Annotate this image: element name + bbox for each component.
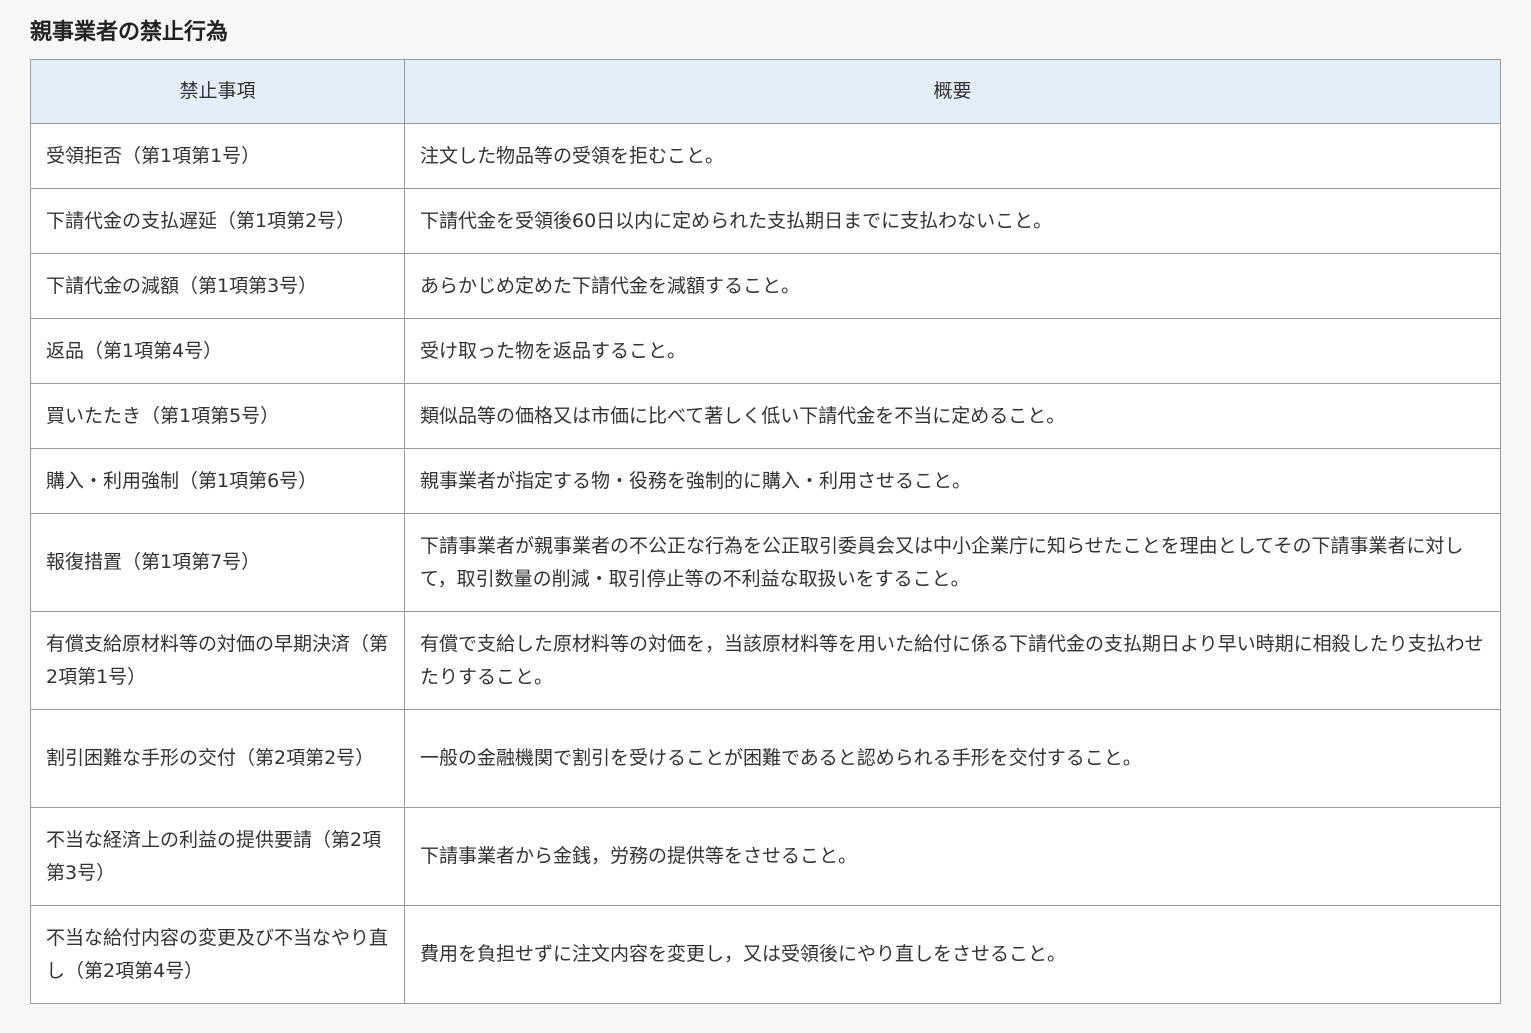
summary-cell: 受け取った物を返品すること。 [404, 318, 1501, 384]
summary-cell: 下請事業者から金銭，労務の提供等をさせること。 [404, 807, 1501, 906]
table-row: 購入・利用強制（第1項第6号） 親事業者が指定する物・役務を強制的に購入・利用さ… [30, 448, 1501, 514]
table-row: 不当な給付内容の変更及び不当なやり直し（第2項第4号） 費用を負担せずに注文内容… [30, 905, 1501, 1004]
prohibited-item-cell: 返品（第1項第4号） [30, 318, 405, 384]
table-row: 下請代金の支払遅延（第1項第2号） 下請代金を受領後60日以内に定められた支払期… [30, 188, 1501, 254]
summary-cell: 費用を負担せずに注文内容を変更し，又は受領後にやり直しをさせること。 [404, 905, 1501, 1004]
table-row: 有償支給原材料等の対価の早期決済（第2項第1号） 有償で支給した原材料等の対価を… [30, 611, 1501, 710]
table-row: 報復措置（第1項第7号） 下請事業者が親事業者の不公正な行為を公正取引委員会又は… [30, 513, 1501, 612]
summary-cell: 注文した物品等の受領を拒むこと。 [404, 123, 1501, 189]
prohibited-item-cell: 下請代金の支払遅延（第1項第2号） [30, 188, 405, 254]
prohibited-item-cell: 報復措置（第1項第7号） [30, 513, 405, 612]
prohibited-item-cell: 下請代金の減額（第1項第3号） [30, 253, 405, 319]
summary-cell: 下請代金を受領後60日以内に定められた支払期日までに支払わないこと。 [404, 188, 1501, 254]
prohibited-item-cell: 買いたたき（第1項第5号） [30, 383, 405, 449]
prohibited-item-cell: 購入・利用強制（第1項第6号） [30, 448, 405, 514]
summary-cell: 類似品等の価格又は市価に比べて著しく低い下請代金を不当に定めること。 [404, 383, 1501, 449]
prohibited-item-cell: 割引困難な手形の交付（第2項第2号） [30, 709, 405, 808]
table-row: 下請代金の減額（第1項第3号） あらかじめ定めた下請代金を減額すること。 [30, 253, 1501, 319]
summary-cell: 下請事業者が親事業者の不公正な行為を公正取引委員会又は中小企業庁に知らせたことを… [404, 513, 1501, 612]
summary-cell: 有償で支給した原材料等の対価を，当該原材料等を用いた給付に係る下請代金の支払期日… [404, 611, 1501, 710]
table-header-row: 禁止事項 概要 [30, 59, 1501, 124]
prohibited-item-cell: 不当な経済上の利益の提供要請（第2項第3号） [30, 807, 405, 906]
table-row: 受領拒否（第1項第1号） 注文した物品等の受領を拒むこと。 [30, 123, 1501, 189]
summary-cell: あらかじめ定めた下請代金を減額すること。 [404, 253, 1501, 319]
table-row: 不当な経済上の利益の提供要請（第2項第3号） 下請事業者から金銭，労務の提供等を… [30, 807, 1501, 906]
table-row: 買いたたき（第1項第5号） 類似品等の価格又は市価に比べて著しく低い下請代金を不… [30, 383, 1501, 449]
prohibited-item-cell: 受領拒否（第1項第1号） [30, 123, 405, 189]
summary-cell: 一般の金融機関で割引を受けることが困難であると認められる手形を交付すること。 [404, 709, 1501, 808]
prohibited-acts-table: 禁止事項 概要 受領拒否（第1項第1号） 注文した物品等の受領を拒むこと。 下請… [30, 59, 1501, 1004]
header-summary: 概要 [404, 59, 1501, 124]
header-prohibited-item: 禁止事項 [30, 59, 405, 124]
prohibited-item-cell: 不当な給付内容の変更及び不当なやり直し（第2項第4号） [30, 905, 405, 1004]
prohibited-item-cell: 有償支給原材料等の対価の早期決済（第2項第1号） [30, 611, 405, 710]
table-row: 返品（第1項第4号） 受け取った物を返品すること。 [30, 318, 1501, 384]
page-title: 親事業者の禁止行為 [30, 20, 229, 45]
table-row: 割引困難な手形の交付（第2項第2号） 一般の金融機関で割引を受けることが困難であ… [30, 709, 1501, 808]
summary-cell: 親事業者が指定する物・役務を強制的に購入・利用させること。 [404, 448, 1501, 514]
